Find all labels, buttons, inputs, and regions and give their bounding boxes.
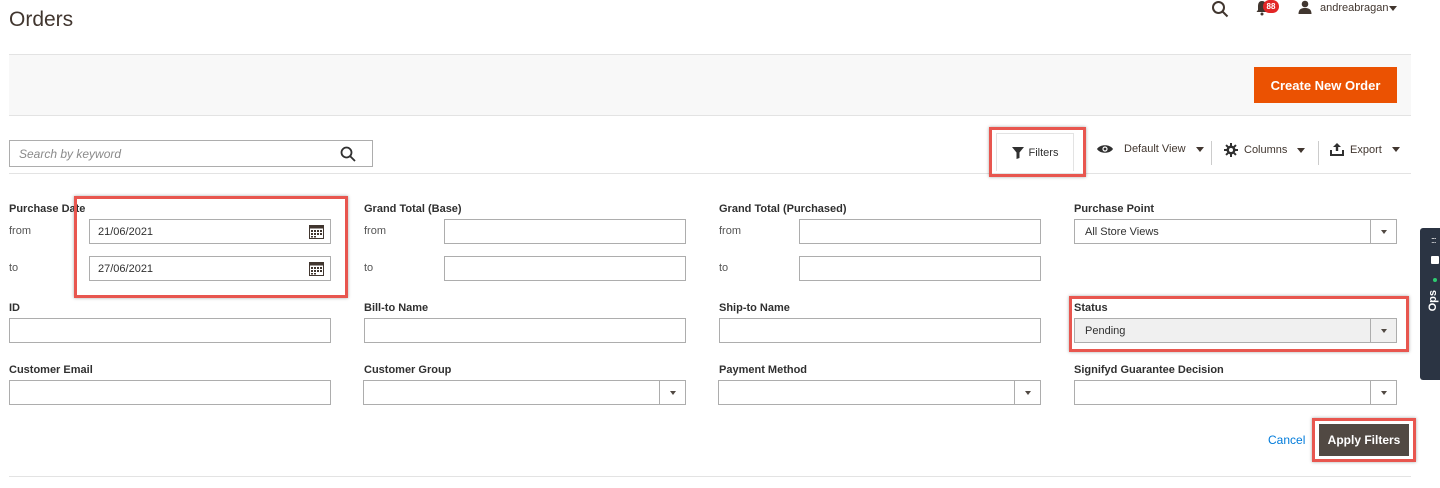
purchase-date-from-label: from (9, 225, 31, 237)
search-icon[interactable] (340, 146, 356, 162)
toolbar-divider (9, 173, 1411, 174)
purchase-date-to-field[interactable]: 27/06/2021 (89, 256, 331, 281)
side-panel-label: Ops (1427, 290, 1439, 312)
funnel-icon (1011, 146, 1024, 159)
default-view-label: Default View (1124, 143, 1186, 155)
calendar-icon[interactable] (309, 261, 324, 276)
filters-button-label: Filters (1028, 146, 1059, 159)
chevron-down-icon (1014, 381, 1040, 404)
square-icon (1431, 256, 1439, 264)
customer-email-label: Customer Email (9, 364, 93, 376)
chevron-down-icon (659, 381, 685, 404)
grand-total-purchased-from-label: from (719, 225, 741, 237)
payment-method-label: Payment Method (719, 364, 808, 376)
ship-to-name-field[interactable] (719, 318, 1041, 343)
status-label: Status (1074, 302, 1108, 314)
purchase-date-from-field[interactable]: 21/06/2021 (89, 219, 331, 244)
customer-group-label: Customer Group (364, 364, 452, 376)
bill-to-name-field[interactable] (364, 318, 686, 343)
chevron-down-icon (1391, 147, 1400, 152)
gear-icon (1224, 143, 1238, 157)
chevron-down-icon (1297, 147, 1306, 153)
grand-total-base-from-field[interactable] (444, 219, 686, 244)
page-actions-bar (9, 54, 1411, 116)
filters-button[interactable]: Filters (996, 133, 1074, 171)
grand-total-base-from-label: from (364, 225, 386, 237)
chevron-down-icon (1370, 381, 1396, 404)
purchase-point-select[interactable]: All Store Views (1074, 219, 1397, 244)
ship-to-name-label: Ship-to Name (719, 302, 790, 314)
highlight-purchase-date (74, 196, 348, 298)
calendar-icon[interactable] (309, 224, 324, 239)
eye-icon (1097, 145, 1113, 153)
filters-bottom-divider (9, 476, 1411, 477)
search-icon[interactable] (1211, 0, 1229, 18)
chevron-down-icon (1370, 220, 1396, 243)
chevron-down-icon (1370, 319, 1396, 342)
user-menu-name[interactable]: andreabragan (1320, 2, 1389, 14)
purchase-date-to-value: 27/06/2021 (98, 262, 154, 275)
toolbar-separator (1211, 141, 1212, 165)
purchase-point-value: All Store Views (1085, 225, 1159, 238)
notification-count-badge: 88 (1263, 0, 1279, 13)
user-icon[interactable] (1298, 0, 1312, 14)
export-label: Export (1350, 143, 1382, 156)
id-field[interactable] (9, 318, 331, 343)
chevron-down-icon (1195, 146, 1204, 152)
create-new-order-button[interactable]: Create New Order (1254, 67, 1397, 103)
export-icon (1330, 143, 1344, 156)
grand-total-purchased-to-label: to (719, 262, 729, 274)
grand-total-purchased-label: Grand Total (Purchased) (719, 203, 847, 215)
toolbar-separator (1318, 141, 1319, 165)
payment-method-select[interactable] (718, 380, 1041, 405)
customer-email-field[interactable] (9, 380, 331, 405)
page-title: Orders (9, 8, 74, 31)
chevron-down-icon[interactable] (1389, 6, 1397, 11)
id-label: ID (9, 302, 20, 314)
status-select[interactable]: Pending (1074, 318, 1397, 343)
search-input[interactable] (10, 141, 330, 166)
grand-total-base-label: Grand Total (Base) (364, 203, 462, 215)
columns-dropdown[interactable]: Columns (1224, 143, 1306, 157)
bill-to-name-label: Bill-to Name (364, 302, 429, 314)
status-dot-icon (1433, 278, 1437, 282)
customer-group-select[interactable] (363, 380, 686, 405)
status-value: Pending (1085, 324, 1126, 337)
columns-label: Columns (1244, 144, 1288, 156)
grand-total-base-to-label: to (364, 262, 374, 274)
grip-icon: ::: (1431, 235, 1436, 245)
cancel-filters-link[interactable]: Cancel (1268, 433, 1305, 447)
export-dropdown[interactable]: Export (1330, 143, 1400, 156)
grand-total-base-to-field[interactable] (444, 256, 686, 281)
signifyd-decision-select[interactable] (1074, 380, 1397, 405)
default-view-dropdown[interactable]: Default View (1096, 143, 1204, 155)
apply-filters-button[interactable]: Apply Filters (1319, 424, 1409, 456)
purchase-date-label: Purchase Date (9, 203, 86, 215)
purchase-point-label: Purchase Point (1074, 203, 1155, 215)
signifyd-decision-label: Signifyd Guarantee Decision (1074, 364, 1224, 376)
grand-total-purchased-from-field[interactable] (799, 219, 1041, 244)
grand-total-purchased-to-field[interactable] (799, 256, 1041, 281)
keyword-search-box (9, 140, 373, 167)
purchase-date-to-label: to (9, 262, 19, 274)
purchase-date-from-value: 21/06/2021 (98, 225, 154, 238)
